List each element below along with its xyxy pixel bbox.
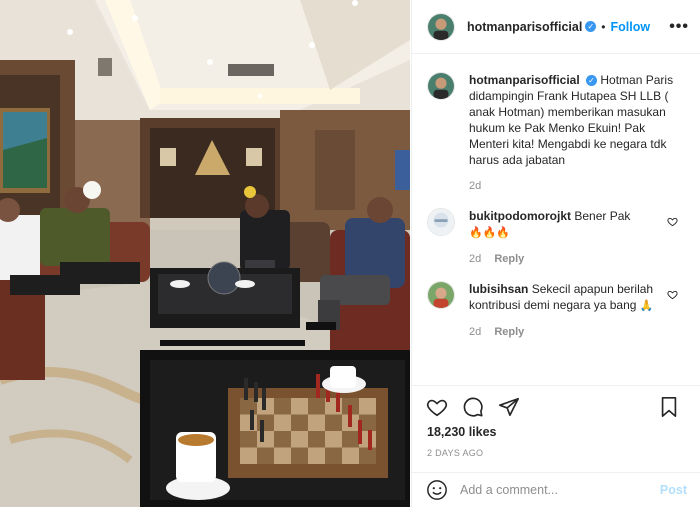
reply-button[interactable]: Reply <box>494 326 524 338</box>
post-side-panel: hotmanparisofficial ✓ • Follow ••• hotma… <box>411 0 700 507</box>
emoji-icon[interactable] <box>426 479 448 501</box>
caption-body: hotmanparisofficial ✓ Hotman Paris didam… <box>469 72 686 194</box>
likes-count[interactable]: 18,230 likes <box>427 425 497 439</box>
separator-dot: • <box>601 19 606 34</box>
comment-body: bukitpodomorojkt Bener Pak 🔥🔥🔥 2d Reply <box>469 208 669 267</box>
comment-item: lubisihsan Sekecil apapun berilah kontri… <box>427 281 686 340</box>
office-meeting-photo <box>0 0 410 507</box>
caption-meta: 2d <box>469 178 686 194</box>
comment-username[interactable]: lubisihsan <box>469 282 528 296</box>
comment-username[interactable]: bukitpodomorojkt <box>469 209 571 223</box>
bookmark-icon[interactable] <box>658 396 680 418</box>
like-comment-heart-icon[interactable] <box>667 289 678 300</box>
comment-input[interactable] <box>460 483 650 497</box>
caption-time[interactable]: 2d <box>469 180 481 192</box>
commenter-avatar[interactable] <box>427 208 455 236</box>
follow-button[interactable]: Follow <box>611 20 651 34</box>
caption-avatar[interactable] <box>427 72 455 100</box>
comment-text: Bener Pak <box>574 209 631 223</box>
verified-icon: ✓ <box>586 75 598 87</box>
posted-time[interactable]: 2 DAYS AGO <box>427 448 483 458</box>
comment-time[interactable]: 2d <box>469 326 481 338</box>
action-bar <box>412 385 700 425</box>
comment-time[interactable]: 2d <box>469 253 481 265</box>
pray-emoji: 🙏 <box>639 300 654 312</box>
fire-emoji: 🔥🔥🔥 <box>469 227 511 239</box>
comment-meta: 2d Reply <box>469 251 669 267</box>
like-comment-heart-icon[interactable] <box>667 216 678 227</box>
comment-icon[interactable] <box>462 396 484 418</box>
comments-list: hotmanparisofficial ✓ Hotman Paris didam… <box>412 72 700 354</box>
author-username[interactable]: hotmanparisofficial <box>467 20 582 34</box>
post-header: hotmanparisofficial ✓ • Follow ••• <box>412 0 700 54</box>
caption: hotmanparisofficial ✓ Hotman Paris didam… <box>427 72 686 194</box>
verified-icon: ✓ <box>585 21 597 32</box>
add-comment-bar: Post <box>412 472 700 507</box>
author-avatar[interactable] <box>427 12 455 41</box>
share-icon[interactable] <box>498 396 520 418</box>
more-icon[interactable]: ••• <box>669 18 689 36</box>
comment-meta: 2d Reply <box>469 324 669 340</box>
caption-text: Hotman Paris didampingin Frank Hutapea S… <box>469 73 674 167</box>
commenter-avatar[interactable] <box>427 281 455 309</box>
caption-username[interactable]: hotmanparisofficial <box>469 73 580 87</box>
reply-button[interactable]: Reply <box>494 253 524 265</box>
post-photo[interactable] <box>0 0 410 507</box>
comment-item: bukitpodomorojkt Bener Pak 🔥🔥🔥 2d Reply <box>427 208 686 267</box>
heart-icon[interactable] <box>426 396 448 418</box>
post-comment-button[interactable]: Post <box>660 483 687 497</box>
comment-body: lubisihsan Sekecil apapun berilah kontri… <box>469 281 669 340</box>
